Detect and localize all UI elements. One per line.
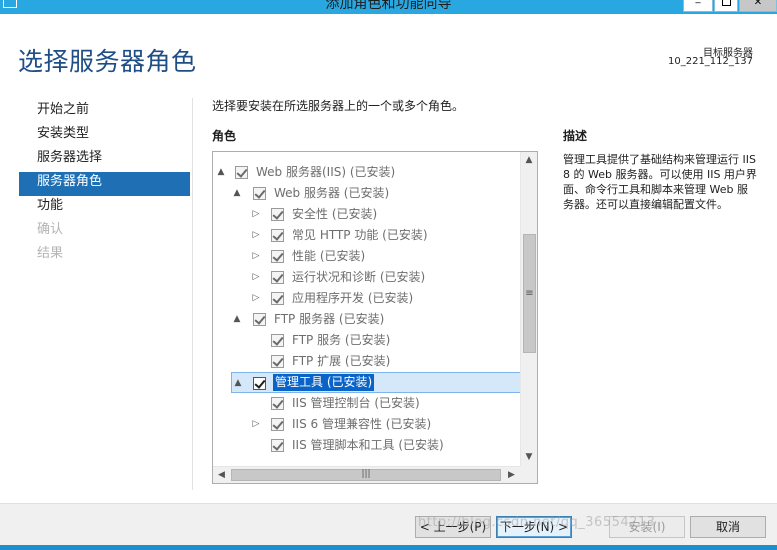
tree-item-label: Web 服务器(IIS) (已安装) bbox=[256, 165, 396, 179]
nav-item-confirmation: 确认 bbox=[37, 222, 64, 237]
title-bar: 添加角色和功能向导 _ ✕ bbox=[0, 0, 777, 14]
tree-item[interactable]: ▷ 应用程序开发 (已安装) bbox=[213, 288, 521, 309]
minimize-icon: _ bbox=[684, 0, 712, 4]
tree-item-label: Web 服务器 (已安装) bbox=[274, 186, 390, 200]
tree-item[interactable]: ▷ 常见 HTTP 功能 (已安装) bbox=[213, 225, 521, 246]
nav-item-results: 结果 bbox=[37, 246, 64, 261]
scroll-right-icon[interactable]: ▶ bbox=[503, 467, 520, 483]
expand-icon[interactable]: ▲ bbox=[232, 313, 242, 325]
vertical-scrollbar[interactable]: ▲ ≡ ▼ bbox=[520, 152, 537, 466]
tree-item-label: 运行状况和诊断 (已安装) bbox=[292, 270, 426, 284]
tree-item-label: FTP 服务器 (已安装) bbox=[274, 312, 385, 326]
tree-item[interactable]: ▷ 性能 (已安装) bbox=[213, 246, 521, 267]
page-title: 选择服务器角色 bbox=[18, 47, 197, 76]
checkbox[interactable] bbox=[271, 334, 284, 347]
nav-item-installation-type[interactable]: 安装类型 bbox=[19, 124, 190, 148]
expand-icon[interactable]: ▷ bbox=[251, 292, 261, 304]
description-heading: 描述 bbox=[563, 129, 588, 143]
tree-item-label: 常见 HTTP 功能 (已安装) bbox=[292, 228, 428, 242]
expand-icon[interactable]: ▲ bbox=[232, 187, 242, 199]
checkbox[interactable] bbox=[271, 271, 284, 284]
expand-icon[interactable]: ▷ bbox=[251, 250, 261, 262]
maximize-icon bbox=[722, 0, 731, 6]
expand-icon[interactable]: ▲ bbox=[233, 377, 243, 389]
expand-icon[interactable]: ▲ bbox=[216, 166, 226, 178]
tree-item[interactable]: ▷ 安全性 (已安装) bbox=[213, 204, 521, 225]
tree-item[interactable]: ▲ FTP 服务器 (已安装) bbox=[213, 309, 521, 330]
tree-item-selected[interactable]: ▲ 管理工具 (已安装) bbox=[231, 372, 521, 393]
checkbox[interactable] bbox=[271, 292, 284, 305]
tree-item-label: FTP 服务 (已安装) bbox=[292, 333, 391, 347]
minimize-button[interactable]: _ bbox=[683, 0, 713, 12]
tree-item-label: IIS 管理脚本和工具 (已安装) bbox=[292, 438, 444, 452]
scroll-left-icon[interactable]: ◀ bbox=[213, 467, 230, 483]
install-button: 安装(I) bbox=[609, 516, 685, 538]
previous-button[interactable]: < 上一步(P) bbox=[415, 516, 491, 538]
expand-icon[interactable]: ▷ bbox=[251, 229, 261, 241]
nav-divider bbox=[192, 98, 193, 490]
next-button[interactable]: 下一步(N) > bbox=[496, 516, 572, 538]
close-button[interactable]: ✕ bbox=[739, 0, 777, 12]
scroll-down-icon[interactable]: ▼ bbox=[521, 449, 537, 466]
checkbox[interactable] bbox=[271, 418, 284, 431]
scroll-up-icon[interactable]: ▲ bbox=[521, 152, 537, 169]
description-text: 管理工具提供了基础结构来管理运行 IIS 8 的 Web 服务器。可以使用 II… bbox=[563, 153, 757, 211]
expand-icon[interactable]: ▷ bbox=[251, 418, 261, 430]
tree-item-label: FTP 扩展 (已安装) bbox=[292, 354, 391, 368]
scrollbar-corner bbox=[520, 466, 537, 483]
close-icon: ✕ bbox=[753, 0, 763, 8]
checkbox[interactable] bbox=[271, 355, 284, 368]
nav-item-before-you-begin[interactable]: 开始之前 bbox=[19, 100, 190, 124]
maximize-button[interactable] bbox=[714, 0, 738, 12]
tree-item[interactable]: IIS 管理控制台 (已安装) bbox=[213, 393, 521, 414]
checkbox[interactable] bbox=[253, 377, 266, 390]
nav-item-features[interactable]: 功能 bbox=[19, 196, 190, 220]
roles-tree[interactable]: ▲ Web 服务器(IIS) (已安装) ▲ Web 服务器 (已安装) ▷ 安… bbox=[212, 151, 538, 484]
vertical-scroll-thumb[interactable]: ≡ bbox=[523, 234, 536, 353]
tree-item[interactable]: ▷ 运行状况和诊断 (已安装) bbox=[213, 267, 521, 288]
expand-icon[interactable]: ▷ bbox=[251, 271, 261, 283]
checkbox[interactable] bbox=[253, 187, 266, 200]
checkbox[interactable] bbox=[235, 166, 248, 179]
window-bottom-border bbox=[0, 545, 777, 550]
window-title: 添加角色和功能向导 bbox=[325, 0, 452, 12]
grip-icon: ||| bbox=[361, 469, 371, 479]
roles-heading: 角色 bbox=[212, 129, 237, 143]
intro-text: 选择要安装在所选服务器上的一个或多个角色。 bbox=[212, 99, 465, 113]
cancel-button[interactable]: 取消 bbox=[690, 516, 766, 538]
expand-icon[interactable]: ▷ bbox=[251, 208, 261, 220]
tree-item-label: 安全性 (已安装) bbox=[292, 207, 378, 221]
tree-item-label: IIS 6 管理兼容性 (已安装) bbox=[292, 417, 432, 431]
tree-item[interactable]: FTP 扩展 (已安装) bbox=[213, 351, 521, 372]
checkbox[interactable] bbox=[271, 250, 284, 263]
horizontal-scrollbar[interactable]: ◀ ||| ▶ bbox=[213, 466, 520, 483]
tree-item-label: 管理工具 (已安装) bbox=[273, 374, 375, 391]
tree-item[interactable]: ▲ Web 服务器(IIS) (已安装) bbox=[213, 162, 521, 183]
tree-item-label: 应用程序开发 (已安装) bbox=[292, 291, 414, 305]
checkbox[interactable] bbox=[271, 397, 284, 410]
tree-item[interactable]: IIS 管理脚本和工具 (已安装) bbox=[213, 435, 521, 456]
target-server-value: 10_221_112_137 bbox=[668, 56, 753, 67]
checkbox[interactable] bbox=[271, 439, 284, 452]
nav-item-server-roles[interactable]: 服务器角色 bbox=[19, 172, 190, 196]
checkbox[interactable] bbox=[253, 313, 266, 326]
grip-icon: ≡ bbox=[525, 287, 534, 299]
tree-item-label: IIS 管理控制台 (已安装) bbox=[292, 396, 420, 410]
horizontal-scroll-thumb[interactable]: ||| bbox=[231, 469, 501, 481]
tree-item[interactable]: ▷ IIS 6 管理兼容性 (已安装) bbox=[213, 414, 521, 435]
tree-item[interactable]: FTP 服务 (已安装) bbox=[213, 330, 521, 351]
checkbox[interactable] bbox=[271, 229, 284, 242]
tree-item[interactable]: ▲ Web 服务器 (已安装) bbox=[213, 183, 521, 204]
nav-item-server-selection[interactable]: 服务器选择 bbox=[19, 148, 190, 172]
checkbox[interactable] bbox=[271, 208, 284, 221]
tree-item-label: 性能 (已安装) bbox=[292, 249, 366, 263]
wizard-nav: 开始之前 安装类型 服务器选择 服务器角色 功能 确认 结果 bbox=[19, 100, 190, 268]
